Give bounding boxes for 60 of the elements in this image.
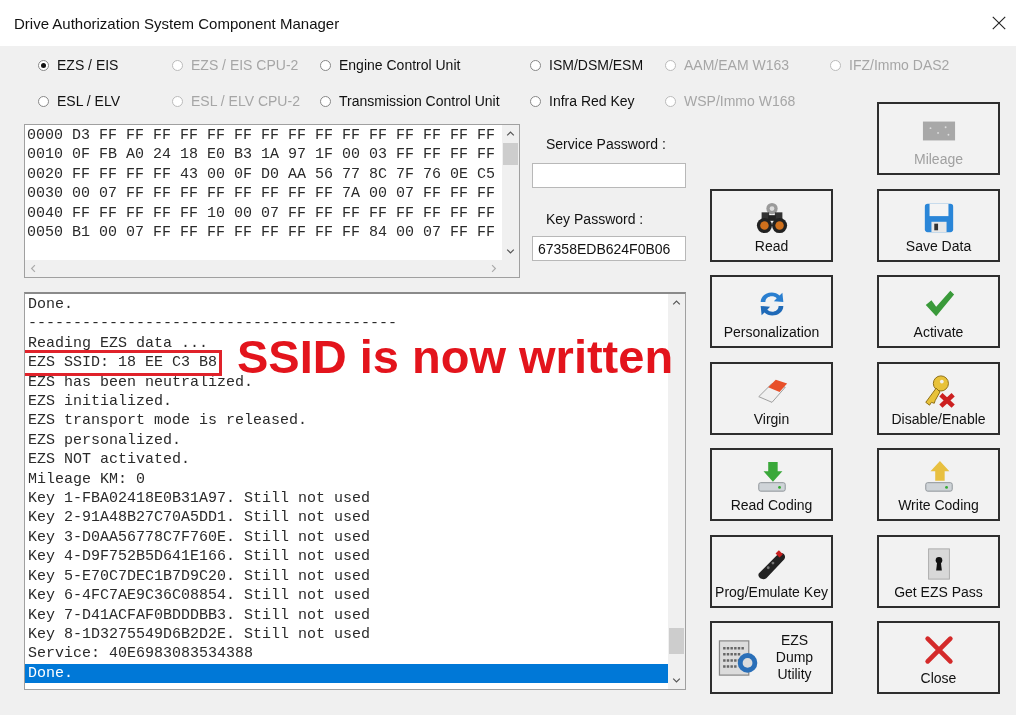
log-line: Key 3-D0AA56778C7F760E. Still not used <box>27 527 372 548</box>
radio-label[interactable]: ESL / ELV <box>57 93 121 109</box>
log-line: ----------------------------------------- <box>27 314 399 334</box>
log-line: Key 5-E70C7DEC1B7D9C20. Still not used <box>27 566 372 587</box>
tool-button[interactable]: Read Coding <box>710 448 833 521</box>
hex-row-text: 0020 FF FF FF FF 43 00 0F D0 AA 56 77 8C 7F 76 0E C5 <box>27 164 497 185</box>
hex-row-text: 0010 0F FB A0 24 18 E0 B3 1A 97 1F 00 03 FF FF FF FF <box>27 145 497 165</box>
radio-label[interactable]: EZS / EIS <box>57 57 119 73</box>
log-line: Key 7-D41ACFAF0BDDDBB3. Still not used <box>27 605 372 625</box>
radio-label[interactable]: Transmission Control Unit <box>339 93 500 109</box>
radio-button[interactable] <box>530 95 541 107</box>
field-label: Key Password : <box>545 211 645 227</box>
log-line: Done. <box>27 295 74 315</box>
tool-button[interactable]: EZS Dump Utility <box>710 621 833 694</box>
log-line: EZS SSID: 18 EE C3 B8 <box>25 353 220 373</box>
radio-label[interactable]: Infra Red Key <box>549 93 635 109</box>
log-line: EZS initialized. <box>27 392 174 412</box>
hex-row-text: 0000 D3 FF FF FF FF FF FF FF FF FF FF FF FF FF FF FF <box>27 126 497 146</box>
horizontal-scrollbar[interactable] <box>25 260 519 277</box>
vertical-scrollbar[interactable] <box>502 125 519 260</box>
log-line: Reading EZS data ... <box>27 333 210 354</box>
radio-button[interactable] <box>320 59 331 71</box>
service-password-field[interactable] <box>532 163 686 188</box>
window-title: Drive Authorization System Component Manager <box>14 14 340 32</box>
log-line: Key 2-91A48B27C70A5DD1. Still not used <box>27 508 372 528</box>
scrollbar-thumb[interactable] <box>669 628 684 654</box>
log-line: Key 4-D9F752B5D641E166. Still not used <box>27 547 372 567</box>
log-line: EZS personalized. <box>27 430 183 451</box>
tool-button[interactable]: Get EZS Pass <box>877 534 1000 608</box>
tool-button[interactable]: Save Data <box>877 188 1000 262</box>
log-line: Key 8-1D3275549D6B2D2E. Still not used <box>27 624 372 645</box>
hex-row-text: 0030 00 07 FF FF FF FF FF FF FF FF 7A 00 07 FF FF FF <box>27 184 497 204</box>
log-line: EZS NOT activated. <box>27 450 192 470</box>
tool-button[interactable]: Read <box>710 188 833 262</box>
tool-button[interactable]: Disable/Enable <box>877 361 1000 435</box>
log-line: Key 6-4FC7AE9C36C08854. Still not used <box>27 586 372 606</box>
key-password-field[interactable]: 67358EDB624F0B06 <box>532 236 686 261</box>
field-label: Service Password : <box>545 136 667 152</box>
radio-button[interactable] <box>530 59 541 71</box>
log-line: Mileage KM: 0 <box>27 469 147 490</box>
hex-row-text: 0040 FF FF FF FF FF 10 00 07 FF FF FF FF FF FF FF FF <box>27 203 497 224</box>
hex-row-text: 0050 B1 00 07 FF FF FF FF FF FF FF FF 84 00 07 FF FF <box>27 223 497 243</box>
radio-button[interactable] <box>320 95 331 107</box>
tool-button[interactable]: Virgin <box>710 361 833 435</box>
log-line: Key 1-FBA02418E0B31A97. Still not used <box>27 489 372 509</box>
radio-button[interactable] <box>38 59 49 71</box>
binoculars-icon <box>754 200 789 235</box>
radio-label[interactable]: ISM/DSM/ESM <box>549 57 644 73</box>
scrollbar-thumb[interactable] <box>503 143 518 165</box>
log-line: Service: 40E6983083534388 <box>27 644 255 664</box>
radio-label[interactable]: Engine Control Unit <box>339 57 461 73</box>
tool-button[interactable]: Write Coding <box>877 448 1000 521</box>
tool-button[interactable]: Prog/Emulate Key <box>710 534 833 608</box>
tool-button[interactable]: Close <box>877 621 1000 694</box>
close-icon <box>991 15 1007 31</box>
log-line: EZS transport mode is released. <box>27 411 309 431</box>
tool-button[interactable]: Personalization <box>710 275 833 348</box>
radio-button[interactable] <box>38 95 49 107</box>
log-line: EZS has been neutralized. <box>27 373 255 393</box>
tool-button[interactable]: Activate <box>877 275 1000 348</box>
